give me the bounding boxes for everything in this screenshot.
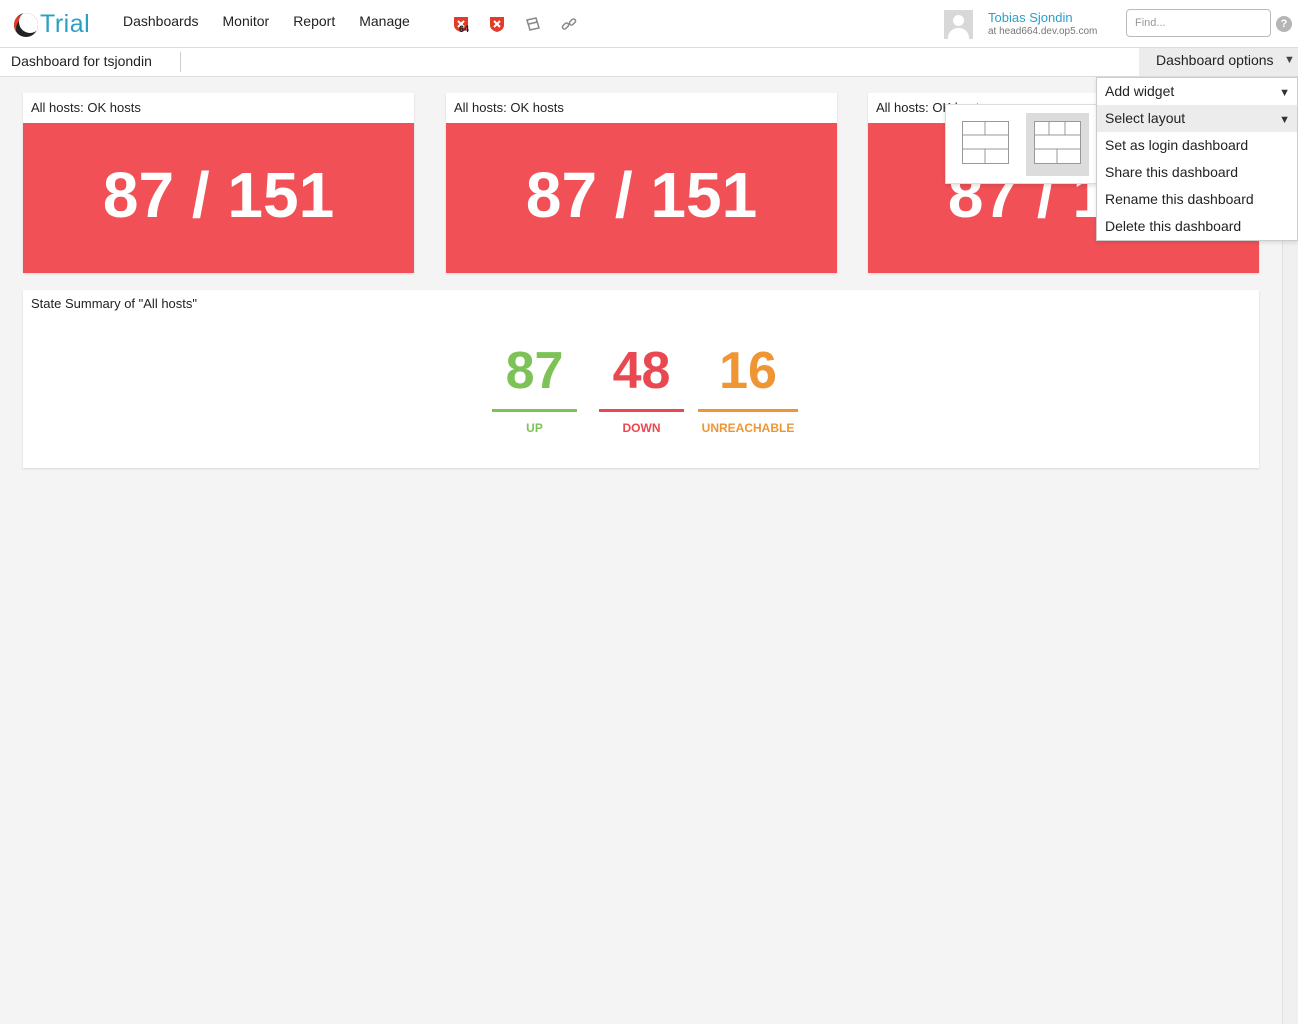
stat-label: UP: [526, 421, 543, 435]
widget-title: State Summary of "All hosts": [31, 296, 198, 311]
dashboard-options-button[interactable]: Dashboard options ▼: [1139, 48, 1298, 76]
dashboard-bar: Dashboard for tsjondin Dashboard options…: [0, 48, 1298, 77]
quickbar: 64: [452, 15, 578, 34]
layout-picker: [945, 104, 1097, 184]
search-input[interactable]: [1126, 9, 1271, 37]
stat-underline: [698, 409, 798, 412]
widget-title: All hosts: OK hosts: [31, 100, 141, 115]
main-nav: Dashboards Monitor Report Manage: [123, 13, 434, 29]
widget-value: 87 / 151: [102, 159, 335, 231]
nav-manage[interactable]: Manage: [359, 13, 410, 29]
widget-title: All hosts: OK hosts: [454, 100, 564, 115]
caret-down-icon: ▼: [1284, 54, 1295, 66]
nav-report[interactable]: Report: [293, 13, 335, 29]
nav-dashboards[interactable]: Dashboards: [123, 13, 199, 29]
logo-text: Trial: [40, 10, 91, 38]
menu-item-label: Set as login dashboard: [1105, 137, 1249, 153]
menu-item-label: Rename this dashboard: [1105, 191, 1254, 207]
stat-value: 16: [719, 342, 777, 400]
dashboard-options-label: Dashboard options: [1156, 52, 1274, 68]
avatar[interactable]: [944, 10, 973, 39]
layout-option-3-column[interactable]: [1026, 113, 1089, 176]
stat-underline: [599, 409, 684, 412]
menu-share-dashboard[interactable]: Share this dashboard: [1097, 159, 1297, 186]
layout-3-column-icon: [1034, 121, 1081, 164]
stat-label: DOWN: [622, 421, 661, 435]
menu-item-label: Delete this dashboard: [1105, 218, 1242, 234]
op5-logo-icon: [14, 12, 38, 37]
caret-down-icon: ▼: [1279, 87, 1290, 99]
stat-underline: [492, 409, 577, 412]
caret-down-icon: ▼: [1279, 114, 1290, 126]
notification-icon[interactable]: [524, 15, 542, 33]
help-icon[interactable]: ?: [1276, 16, 1292, 32]
stat-unreachable[interactable]: 16 UNREACHABLE: [698, 340, 798, 435]
layout-2-column-icon: [962, 121, 1009, 164]
menu-select-layout[interactable]: Select layout ▼: [1097, 105, 1297, 132]
divider: [180, 52, 181, 72]
stat-label: UNREACHABLE: [701, 421, 795, 435]
user-name[interactable]: Tobias Sjondin: [988, 10, 1097, 25]
host-problems-icon[interactable]: 64: [452, 15, 470, 34]
menu-item-label: Select layout: [1105, 110, 1186, 126]
layout-option-2-column[interactable]: [954, 113, 1017, 176]
state-summary-widget[interactable]: State Summary of "All hosts" 87 UP 48 DO…: [23, 290, 1259, 468]
link-icon[interactable]: [560, 15, 578, 33]
stat-down[interactable]: 48 DOWN: [599, 340, 684, 435]
widget-body: 87 / 151: [23, 123, 414, 273]
user-profile[interactable]: Tobias Sjondin at head664.dev.op5.com: [944, 10, 1097, 39]
widget-ok-hosts-1[interactable]: All hosts: OK hosts 87 / 151: [23, 93, 414, 273]
user-host: at head664.dev.op5.com: [988, 26, 1098, 37]
menu-delete-dashboard[interactable]: Delete this dashboard: [1097, 213, 1297, 240]
menu-item-label: Add widget: [1105, 83, 1175, 99]
stat-value: 87: [505, 342, 564, 400]
stat-value: 48: [612, 342, 671, 400]
menu-set-login-dashboard[interactable]: Set as login dashboard: [1097, 132, 1297, 159]
nav-monitor[interactable]: Monitor: [223, 13, 270, 29]
host-problems-count: 64: [459, 24, 470, 34]
service-problems-icon[interactable]: [488, 15, 506, 33]
logo[interactable]: Trial: [14, 10, 90, 39]
widget-body: 87 / 151: [446, 123, 837, 273]
stat-up[interactable]: 87 UP: [492, 340, 577, 435]
widget-value: 87 / 151: [525, 159, 758, 231]
widget-ok-hosts-2[interactable]: All hosts: OK hosts 87 / 151: [446, 93, 837, 273]
menu-item-label: Share this dashboard: [1105, 164, 1239, 180]
menu-rename-dashboard[interactable]: Rename this dashboard: [1097, 186, 1297, 213]
page-title: Dashboard for tsjondin: [11, 53, 152, 69]
menu-add-widget[interactable]: Add widget ▼: [1097, 78, 1297, 105]
top-bar: Trial Dashboards Monitor Report Manage 6…: [0, 0, 1298, 48]
dashboard-options-menu: Add widget ▼ Select layout ▼ Set as logi…: [1096, 77, 1298, 241]
